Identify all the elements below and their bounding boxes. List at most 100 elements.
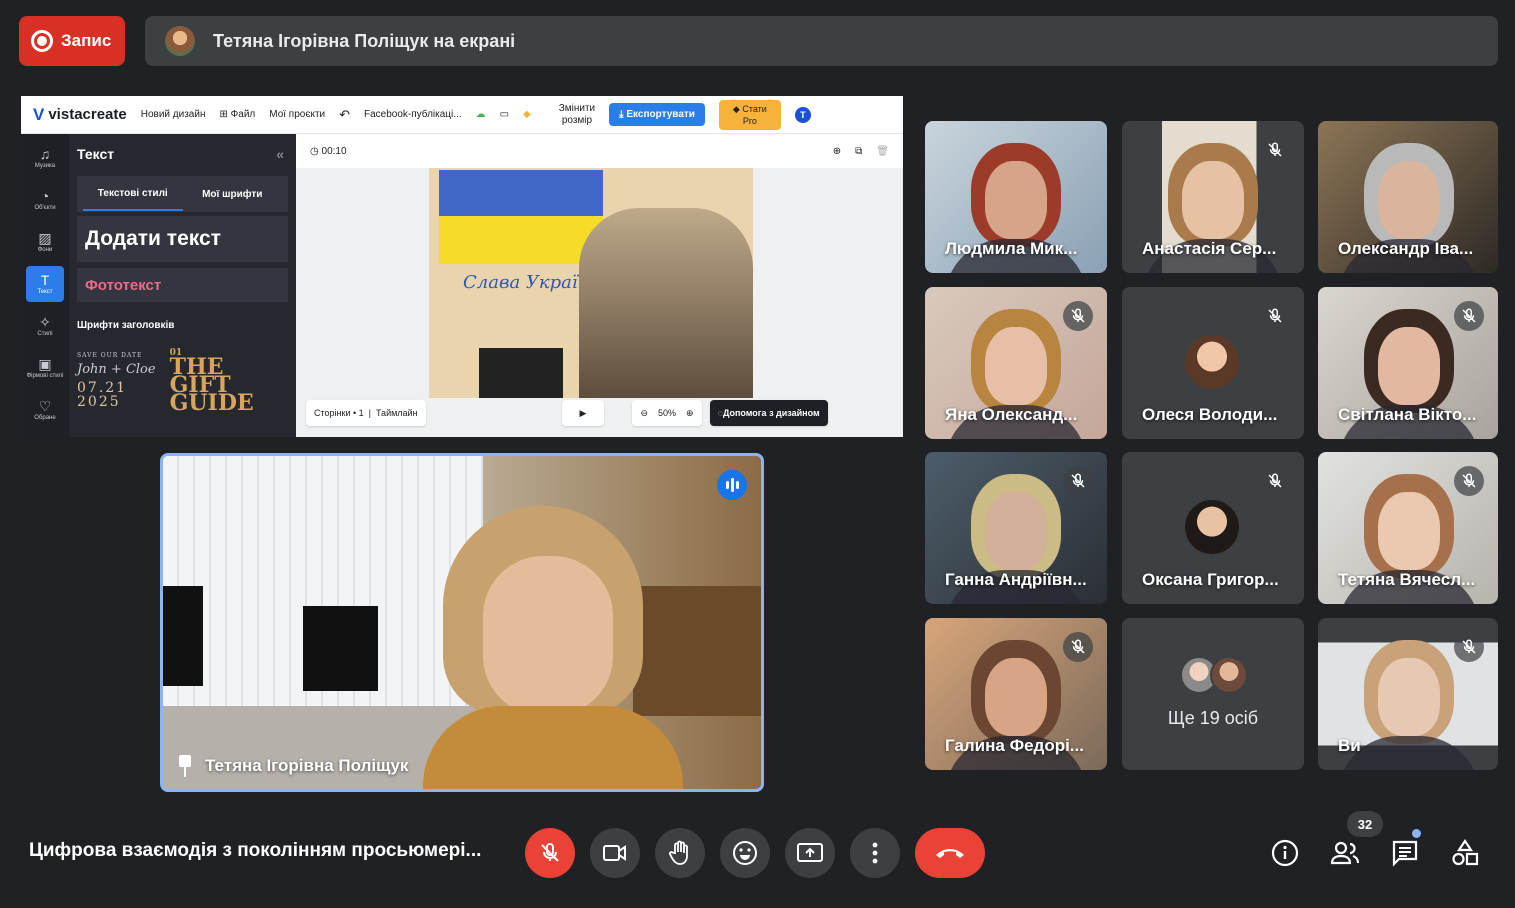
participant-tile[interactable]: Яна Олександ... — [925, 287, 1107, 439]
participant-avatars-stack — [1180, 656, 1250, 696]
undo-icon[interactable]: ↶ — [339, 107, 350, 123]
participant-tile[interactable]: Анастасія Сер... — [1122, 121, 1304, 273]
participant-tile[interactable]: Галина Федорі... — [925, 618, 1107, 770]
menu-new-design[interactable]: Новий дизайн — [141, 109, 206, 120]
rail-text[interactable]: T Текст — [26, 266, 64, 302]
participant-tile[interactable]: Світлана Вікто... — [1318, 287, 1498, 439]
emoji-icon — [733, 841, 757, 865]
tab-my-fonts[interactable]: Мої шрифти — [183, 179, 283, 210]
font-preview-wedding[interactable]: SAVE OUR DATE John + Cloe 07.21 2025 — [77, 349, 156, 412]
objects-icon: ◔ — [40, 188, 50, 204]
trash-icon[interactable]: 🗑 — [876, 146, 889, 157]
participant-name: Галина Федорі... — [945, 736, 1084, 755]
mic-muted-icon — [1454, 301, 1484, 331]
zoom-out-icon: ⊖ — [640, 407, 649, 418]
hand-icon — [669, 840, 688, 865]
participant-name: Світлана Вікто... — [1338, 405, 1477, 424]
participant-tile[interactable]: Людмила Мик... — [925, 121, 1107, 273]
comment-icon[interactable]: ▭ — [500, 109, 509, 120]
people-icon — [1330, 841, 1360, 865]
participant-name: Ганна Андріївн... — [945, 570, 1087, 589]
record-icon — [31, 30, 53, 52]
menu-my-projects[interactable]: Мої проєкти — [269, 109, 325, 120]
speaker-name: Тетяна Ігорівна Поліщук — [205, 756, 409, 775]
recording-button[interactable]: Запис — [19, 16, 125, 66]
pages-button[interactable]: Сторінки • 1 | Таймлайн — [306, 400, 426, 426]
pin-icon[interactable] — [177, 755, 193, 777]
books-image — [479, 348, 563, 398]
meeting-title: Цифрова взаємодія з поколінням просьюмер… — [29, 840, 482, 861]
activities-icon — [1452, 839, 1479, 866]
participant-tile[interactable]: Олександр Іва... — [1318, 121, 1498, 273]
participant-tile[interactable]: Оксана Григор... — [1122, 452, 1304, 604]
styles-icon: ✧ — [39, 314, 51, 330]
reactions-button[interactable] — [720, 828, 770, 878]
participant-tile[interactable]: Ви — [1318, 618, 1498, 770]
design-canvas: ◷ 00:10 ⊕ ⧉ 🗑 Слава Україні! Сторінки • … — [296, 134, 903, 437]
participant-avatar — [1185, 335, 1239, 389]
more-options-button[interactable] — [850, 828, 900, 878]
presenter-avatar — [165, 26, 195, 56]
add-page-icon[interactable]: ⊕ — [833, 146, 841, 157]
more-participants-tile[interactable]: Ще 19 осіб — [1122, 618, 1304, 770]
diamond-icon: ◆ — [523, 109, 531, 120]
rail-backgrounds[interactable]: ▨ Фони — [26, 224, 64, 260]
design-help-button[interactable]: ◌ Допомога з дизайном — [709, 400, 828, 426]
participant-tile[interactable]: Олеся Володи... — [1122, 287, 1304, 439]
mic-muted-icon — [1063, 301, 1093, 331]
mic-muted-icon — [1454, 632, 1484, 662]
presentation-banner: Тетяна Ігорівна Поліщук на екрані — [145, 16, 1498, 66]
add-text-button[interactable]: Додати текст — [77, 216, 288, 262]
vistacreate-topbar: Vvistacreate Новий дизайн ⊞ Файл Мої про… — [21, 96, 903, 134]
mic-muted-icon — [1063, 632, 1093, 662]
resize-button[interactable]: Змінити розмір — [559, 103, 595, 127]
menu-file[interactable]: ⊞ Файл — [219, 109, 255, 120]
main-speaker-video[interactable]: Тетяна Ігорівна Поліщук — [160, 453, 764, 792]
people-button[interactable] — [1328, 836, 1362, 870]
rail-styles[interactable]: ✧ Стилі — [26, 308, 64, 344]
cloud-icon: ☁ — [475, 109, 486, 120]
camera-toggle-button[interactable] — [590, 828, 640, 878]
panel-title: Текст — [77, 146, 115, 162]
shared-screen: Vvistacreate Новий дизайн ⊞ Файл Мої про… — [21, 96, 903, 437]
poster-design[interactable]: Слава Україні! — [429, 168, 753, 398]
raise-hand-button[interactable] — [655, 828, 705, 878]
headline-fonts-label: Шрифти заголовків — [77, 320, 175, 331]
participant-avatar — [1185, 500, 1239, 554]
rail-favorites[interactable]: ♡ Обране — [26, 392, 64, 428]
rail-objects[interactable]: ◔ Об'єкти — [26, 182, 64, 218]
leave-call-button[interactable] — [915, 828, 985, 878]
rail-brand-styles[interactable]: ▣ Фірмові стилі — [26, 350, 64, 386]
mic-toggle-button[interactable] — [525, 828, 575, 878]
tab-text-styles[interactable]: Текстові стилі — [83, 178, 183, 211]
flag-blue-stripe — [439, 170, 603, 216]
document-title[interactable]: Facebook-публікаці... — [364, 109, 462, 120]
chat-button[interactable] — [1388, 836, 1422, 870]
font-preview-gift-guide[interactable]: 01 THE GIFT GUIDE — [170, 349, 254, 415]
get-pro-button[interactable]: ◆ Стати Pro — [718, 99, 781, 130]
present-icon — [797, 843, 823, 862]
export-button[interactable]: ⤓ Експортувати — [609, 103, 705, 126]
vistacreate-logo: Vvistacreate — [33, 104, 127, 124]
present-screen-button[interactable] — [785, 828, 835, 878]
meeting-info-button[interactable] — [1268, 836, 1302, 870]
participant-name: Оксана Григор... — [1142, 570, 1279, 589]
participant-name: Олеся Володи... — [1142, 405, 1278, 424]
heart-icon: ♡ — [38, 398, 52, 414]
activities-button[interactable] — [1448, 836, 1482, 870]
duplicate-icon[interactable]: ⧉ — [855, 146, 862, 157]
rail-music[interactable]: ♫ Музика — [26, 140, 64, 176]
participant-name: Олександр Іва... — [1338, 239, 1474, 258]
presentation-banner-text: Тетяна Ігорівна Поліщук на екрані — [213, 30, 516, 51]
photo-text-button[interactable]: Фототекст — [77, 268, 288, 302]
collapse-panel-icon[interactable]: « — [276, 146, 284, 162]
participant-tile[interactable]: Ганна Андріївн... — [925, 452, 1107, 604]
participant-tile[interactable]: Тетяна Вячесл... — [1318, 452, 1498, 604]
participant-name: Людмила Мик... — [945, 239, 1078, 258]
participant-name: Яна Олександ... — [945, 405, 1078, 424]
play-button[interactable]: ▶ — [561, 400, 605, 426]
user-avatar[interactable]: T — [794, 106, 811, 123]
timer: ◷ 00:10 — [310, 145, 347, 157]
recording-label: Запис — [61, 31, 112, 50]
zoom-control[interactable]: ⊖ 50% ⊕ — [632, 400, 702, 426]
